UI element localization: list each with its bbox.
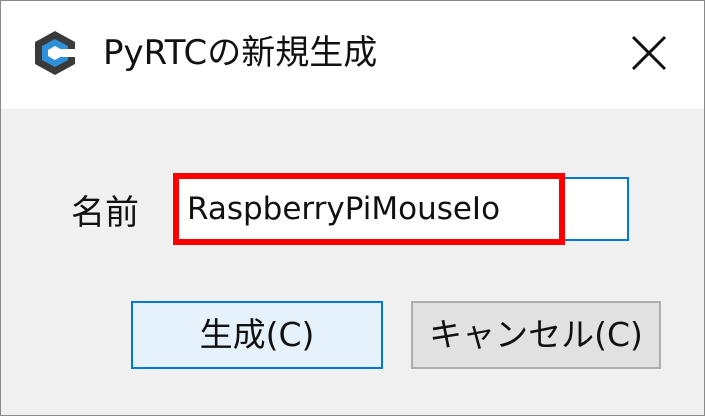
name-input[interactable]: RaspberryPiMouseIo <box>175 177 629 241</box>
cancel-button[interactable]: キャンセル(C) <box>411 301 661 369</box>
name-label: 名前 <box>71 193 139 233</box>
close-button[interactable] <box>613 21 685 85</box>
window-title: PyRTCの新規生成 <box>103 33 378 73</box>
title-bar[interactable]: PyRTCの新規生成 <box>1 1 704 109</box>
create-button[interactable]: 生成(C) <box>131 301 383 369</box>
close-icon <box>631 35 667 71</box>
pyrtc-new-dialog: PyRTCの新規生成 名前 RaspberryPiMouseIo 生成(C) キ… <box>0 0 705 416</box>
pyrtc-logo-icon <box>35 31 75 75</box>
name-input-value: RaspberryPiMouseIo <box>187 191 501 227</box>
